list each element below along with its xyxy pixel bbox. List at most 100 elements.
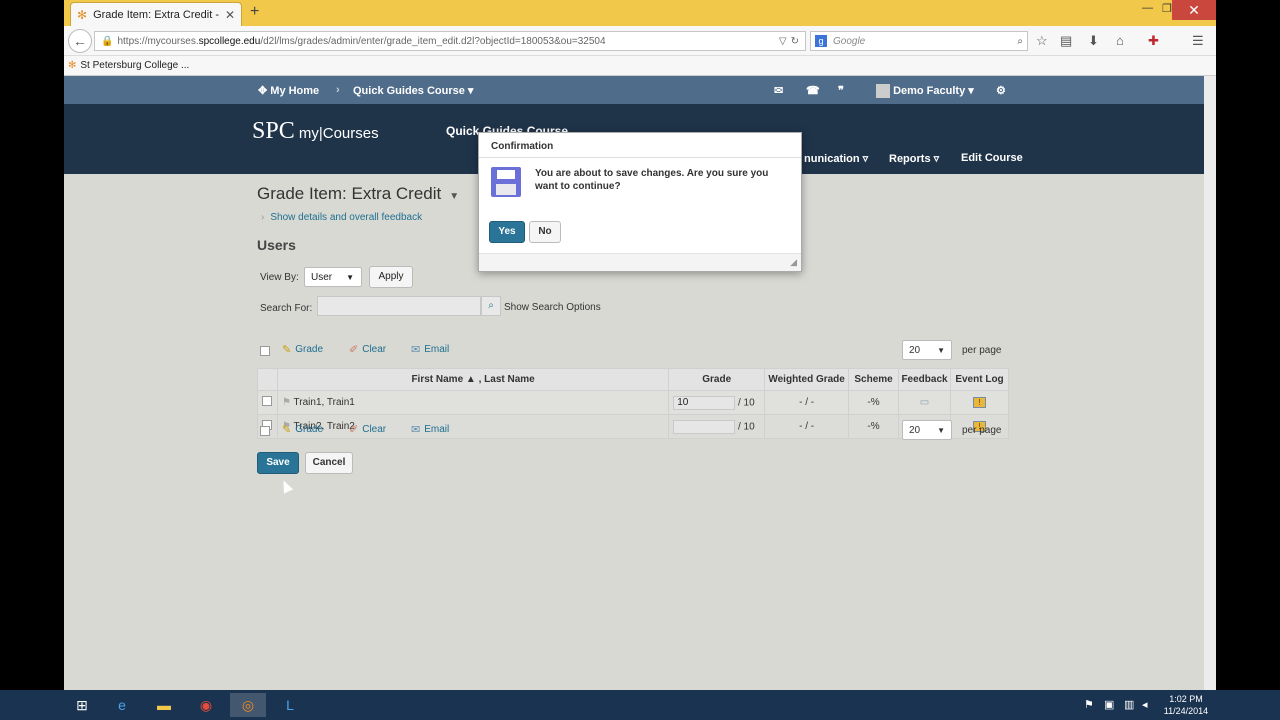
dialog-footer: ◢ <box>479 253 801 271</box>
cancel-button[interactable]: Cancel <box>305 452 353 474</box>
browser-tab[interactable]: ✻ Grade Item: Extra Credit - ... ✕ <box>70 2 242 26</box>
grade-action[interactable]: ✎ Grade <box>282 343 323 356</box>
chat-icon[interactable]: ❞ <box>838 84 844 97</box>
weighted-grade: - / - <box>764 390 850 415</box>
clear-action[interactable]: ✐ Clear <box>349 343 386 356</box>
scheme: -% <box>848 390 900 415</box>
dialog-message: You are about to save changes. Are you s… <box>535 168 769 192</box>
tab-close-icon[interactable]: ✕ <box>225 8 235 22</box>
message-icon[interactable]: ✉ <box>774 84 783 97</box>
col-grade: Grade <box>668 368 766 391</box>
email-icon: ✉ <box>411 424 421 436</box>
feedback-icon[interactable]: ▭ <box>920 397 929 408</box>
email-action[interactable]: ✉ Email <box>411 343 449 356</box>
taskbar: ⊞ e ▬ ◉ ◎ L ⚑ ▣ ▥ ◂ 1:02 PM 11/24/2014 <box>0 690 1280 720</box>
spc-logo[interactable]: SPC my|Courses <box>252 118 379 145</box>
bookmarks-bar: ✻ St Petersburg College ... <box>64 56 1216 76</box>
select-all-checkbox-bottom[interactable] <box>260 426 270 436</box>
dialog-title: Confirmation <box>491 141 554 152</box>
lync-icon[interactable]: L <box>272 693 308 717</box>
yes-button[interactable]: Yes <box>489 221 525 243</box>
email-action-bottom[interactable]: ✉ Email <box>411 423 449 436</box>
search-for-label: Search For: <box>260 303 313 314</box>
search-icon[interactable]: ⌕ <box>481 296 501 316</box>
firefox-icon[interactable]: ◎ <box>230 693 266 717</box>
menu-icon[interactable]: ☰ <box>1192 33 1204 49</box>
apply-button[interactable]: Apply <box>369 266 413 288</box>
breadcrumb-chevron-icon: › <box>336 84 340 96</box>
back-arrow-icon[interactable]: ← <box>68 29 92 53</box>
dropdown-arrow-icon[interactable]: ▽ <box>779 36 787 47</box>
user-name: Train1, Train1 <box>293 397 355 408</box>
grade-pencil-icon: ✎ <box>282 344 292 356</box>
windows-start-icon[interactable]: ⊞ <box>64 693 100 717</box>
nav-reports[interactable]: Reports ▿ <box>889 152 939 165</box>
save-floppy-icon <box>491 167 521 197</box>
event-log-icon[interactable]: ! <box>973 397 986 408</box>
tray-icon[interactable]: ▣ <box>1104 698 1114 711</box>
search-input[interactable] <box>317 296 481 316</box>
per-page-label: per page <box>962 344 1002 356</box>
table-row: ⚑ Train1, Train1 10 / 10 - / - -% ▭ ! <box>257 390 1009 415</box>
grade-input[interactable] <box>673 419 736 434</box>
address-bar[interactable]: 🔒 https://mycourses.spcollege.edu/d2l/lm… <box>94 31 806 51</box>
downloads-icon[interactable]: ⬇ <box>1088 33 1099 49</box>
resize-grip-icon[interactable]: ◢ <box>790 257 797 268</box>
dialog-divider <box>479 157 801 158</box>
save-button[interactable]: Save <box>257 452 299 474</box>
grade-action-bottom[interactable]: ✎ Grade <box>282 423 323 436</box>
row-checkbox[interactable] <box>262 396 273 406</box>
user-flag-icon: ⚑ <box>281 397 291 408</box>
volume-icon[interactable]: ◂ <box>1142 698 1148 711</box>
system-clock[interactable]: 1:02 PM 11/24/2014 <box>1158 693 1214 717</box>
table-header-row: First Name ▲ , Last Name Grade Weighted … <box>257 368 1009 391</box>
alerts-icon[interactable]: ☎ <box>806 84 820 97</box>
view-by-label: View By: <box>260 272 299 283</box>
vertical-scrollbar[interactable] <box>1204 76 1216 690</box>
restore-icon[interactable]: ❐ <box>1162 2 1172 15</box>
avatar <box>876 84 890 99</box>
url-text: https://mycourses.spcollege.edu/d2l/lms/… <box>117 35 606 47</box>
per-page-select[interactable]: 20 ▼ <box>902 340 952 360</box>
email-icon: ✉ <box>411 344 421 356</box>
minimize-icon[interactable]: — <box>1142 2 1153 14</box>
nav-communication[interactable]: nunication ▿ <box>804 152 868 165</box>
close-window-icon[interactable]: ✕ <box>1172 0 1216 20</box>
show-search-options-link[interactable]: Show Search Options <box>504 302 601 313</box>
chrome-icon[interactable]: ◉ <box>188 693 224 717</box>
magnifier-icon[interactable]: ⌕ <box>1017 36 1023 47</box>
title-menu-icon[interactable]: ▼ <box>449 191 459 202</box>
search-placeholder: Google <box>833 35 866 47</box>
per-page-select-bottom[interactable]: 20 ▼ <box>902 420 952 440</box>
col-event-log: Event Log <box>950 368 1009 391</box>
browser-navbar: ← 🔒 https://mycourses.spcollege.edu/d2l/… <box>64 26 1216 56</box>
network-icon[interactable]: ▥ <box>1124 698 1134 711</box>
internet-explorer-icon[interactable]: e <box>104 693 140 717</box>
show-details-link[interactable]: › Show details and overall feedback <box>261 212 422 223</box>
my-home-link[interactable]: ✥ My Home <box>258 84 319 97</box>
select-all-checkbox[interactable] <box>260 346 270 356</box>
bookmark-star-icon[interactable]: ☆ <box>1036 33 1048 49</box>
eraser-icon: ✐ <box>349 424 359 436</box>
reload-icon[interactable]: ↻ <box>791 36 799 47</box>
no-button[interactable]: No <box>529 221 561 243</box>
file-explorer-icon[interactable]: ▬ <box>146 693 182 717</box>
search-bar[interactable]: g Google ⌕ <box>810 31 1028 51</box>
reading-list-icon[interactable]: ▤ <box>1060 33 1072 49</box>
new-tab-icon[interactable]: + <box>250 4 259 20</box>
per-page-top: 20 ▼ per page <box>902 340 1001 360</box>
confirmation-dialog: Confirmation You are about to save chang… <box>478 132 802 272</box>
nav-edit-course[interactable]: Edit Course <box>961 152 1023 164</box>
course-selector[interactable]: Quick Guides Course ▾ <box>353 84 473 97</box>
settings-icon[interactable]: ⚙ <box>996 84 1006 97</box>
scheme: -% <box>848 414 900 439</box>
bookmark-spc[interactable]: St Petersburg College ... <box>80 60 189 71</box>
view-by-select[interactable]: User ▼ <box>304 267 362 287</box>
home-icon[interactable]: ⌂ <box>1116 33 1124 48</box>
col-name[interactable]: First Name ▲ , Last Name <box>276 368 670 391</box>
addon-icon[interactable]: ✚ <box>1148 33 1159 49</box>
grade-input[interactable]: 10 <box>673 395 736 410</box>
clear-action-bottom[interactable]: ✐ Clear <box>349 423 386 436</box>
flag-icon[interactable]: ⚑ <box>1084 698 1094 711</box>
user-menu[interactable]: Demo Faculty ▾ <box>876 84 974 99</box>
